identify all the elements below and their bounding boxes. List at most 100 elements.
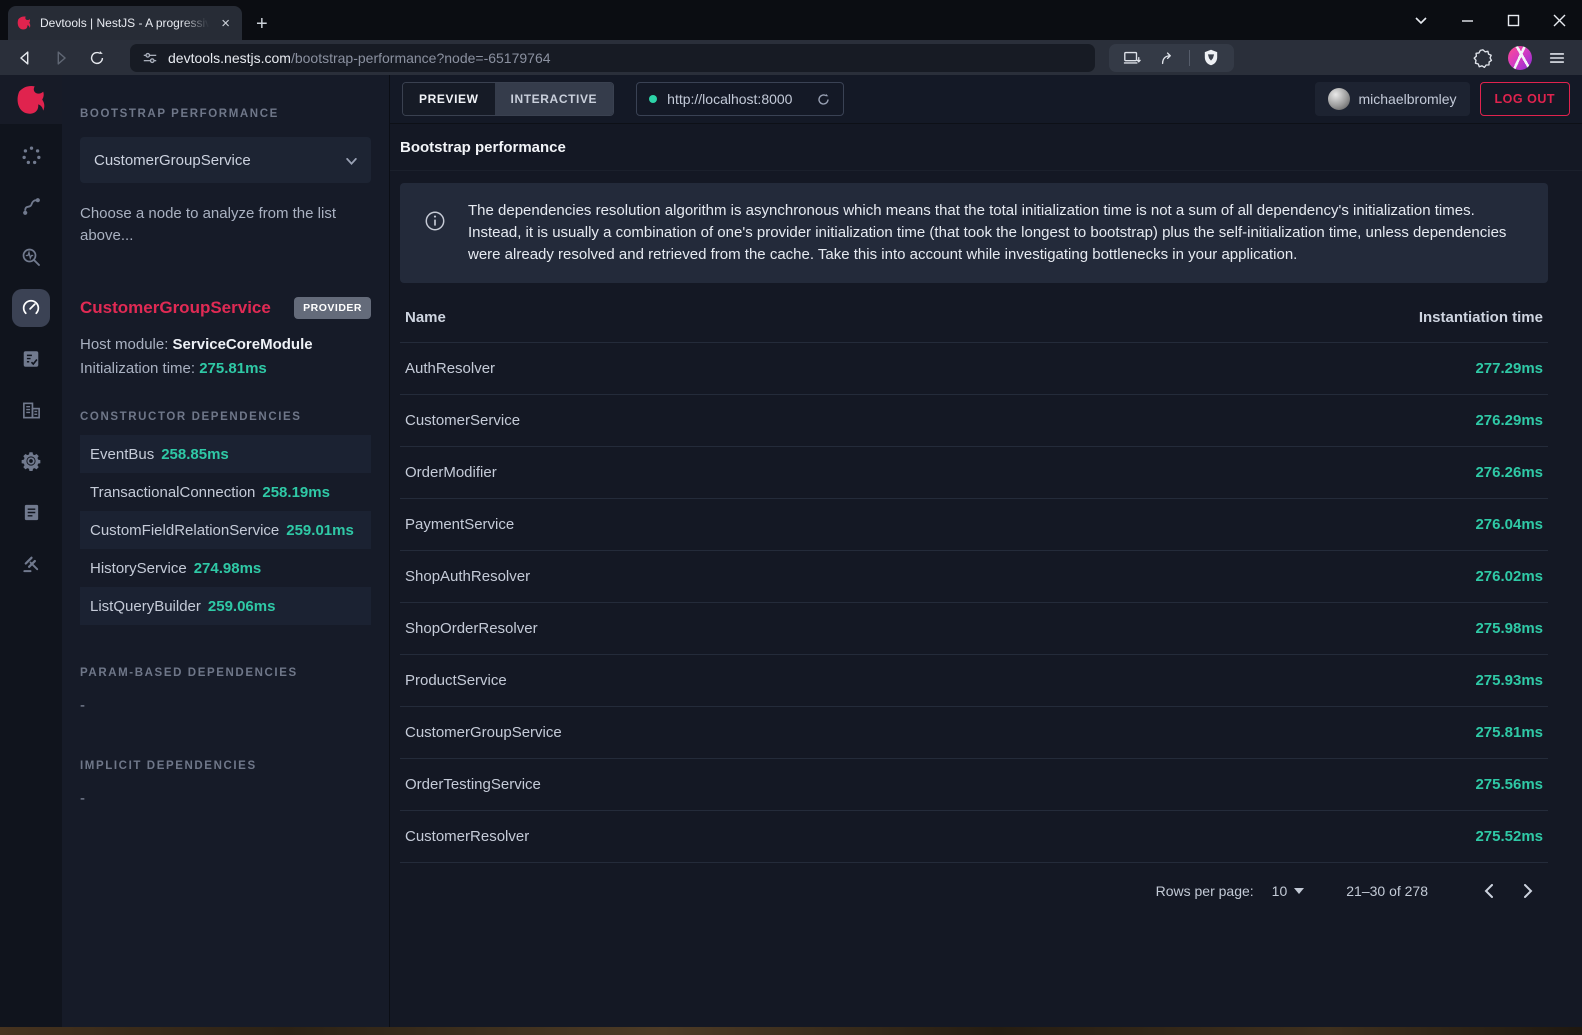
reload-button[interactable] (82, 44, 112, 72)
toolbar-divider (1189, 50, 1190, 66)
extensions-icon[interactable] (1468, 44, 1498, 72)
table-row[interactable]: CustomerResolver275.52ms (400, 811, 1548, 863)
table-row[interactable]: AuthResolver277.29ms (400, 343, 1548, 395)
implicit-deps-empty: - (80, 790, 371, 807)
url-text[interactable]: devtools.nestjs.com/bootstrap-performanc… (168, 50, 551, 66)
info-box: The dependencies resolution algorithm is… (400, 183, 1548, 283)
row-name: CustomerGroupService (400, 707, 1036, 759)
table-row[interactable]: ProductService275.93ms (400, 655, 1548, 707)
nestjs-favicon (16, 15, 32, 31)
table-row[interactable]: PaymentService276.04ms (400, 499, 1548, 551)
browser-tab[interactable]: Devtools | NestJS - A progressive × (8, 6, 242, 40)
mode-toggle: PREVIEW INTERACTIVE (402, 82, 614, 116)
site-settings-icon[interactable] (142, 50, 158, 66)
param-deps-empty: - (80, 697, 371, 714)
paginator: Rows per page: 10 21–30 of 278 (390, 863, 1582, 919)
document-icon (22, 503, 41, 522)
provider-badge: PROVIDER (294, 297, 371, 319)
page-content: Bootstrap performance The dependencies r… (390, 124, 1582, 1027)
dep-list-item[interactable]: TransactionalConnection258.19ms (80, 473, 371, 511)
rows-per-page-select[interactable]: 10 (1272, 883, 1305, 899)
dep-time: 259.06ms (208, 598, 276, 615)
row-time: 275.81ms (1036, 707, 1548, 759)
insights-icon (20, 246, 42, 268)
back-button[interactable] (10, 44, 40, 72)
browser-profile-avatar[interactable] (1508, 46, 1532, 70)
url-domain: devtools.nestjs.com (168, 50, 291, 66)
rows-per-page-label: Rows per page: (1156, 883, 1254, 899)
open-in-app-icon[interactable] (1117, 44, 1147, 72)
col-name: Name (400, 291, 1036, 343)
table-row[interactable]: CustomerService276.29ms (400, 395, 1548, 447)
browser-menu-icon[interactable] (1542, 44, 1572, 72)
devtools-app: BOOTSTRAP PERFORMANCE CustomerGroupServi… (0, 75, 1582, 1027)
sidebar-item-audit[interactable] (12, 340, 50, 378)
toolbar-right (1468, 44, 1572, 72)
new-tab-button[interactable]: + (256, 14, 268, 34)
app-url-chip[interactable]: http://localhost:8000 (636, 82, 844, 116)
minimize-button[interactable] (1444, 0, 1490, 40)
chevron-down-icon (346, 152, 357, 169)
address-bar[interactable]: devtools.nestjs.com/bootstrap-performanc… (130, 44, 1095, 72)
dep-list-item[interactable]: CustomFieldRelationService259.01ms (80, 511, 371, 549)
init-time-value: 275.81ms (199, 360, 267, 377)
icon-rail (0, 75, 62, 1027)
node-select[interactable]: CustomerGroupService (80, 137, 371, 183)
share-icon[interactable] (1153, 44, 1183, 72)
refresh-icon[interactable] (816, 92, 831, 107)
sidebar-item-docs[interactable] (12, 493, 50, 531)
sidebar-item-bootstrap-performance[interactable] (12, 289, 50, 327)
sidebar-item-modules[interactable] (12, 391, 50, 429)
info-text: The dependencies resolution algorithm is… (468, 200, 1524, 266)
maximize-button[interactable] (1490, 0, 1536, 40)
sidebar-item-routes[interactable] (12, 187, 50, 225)
row-time: 277.29ms (1036, 343, 1548, 395)
user-chip[interactable]: michaelbromley (1315, 82, 1470, 116)
graph-icon (21, 145, 42, 166)
user-name: michaelbromley (1359, 91, 1457, 107)
routes-icon (21, 196, 42, 217)
user-avatar (1328, 88, 1350, 110)
dep-list-item[interactable]: EventBus 258.85ms (80, 435, 371, 473)
close-window-button[interactable] (1536, 0, 1582, 40)
interactive-tab[interactable]: INTERACTIVE (495, 83, 614, 115)
table-row[interactable]: ShopAuthResolver276.02ms (400, 551, 1548, 603)
toolbar-actions (1109, 44, 1234, 72)
table-row[interactable]: OrderModifier276.26ms (400, 447, 1548, 499)
forward-button[interactable] (46, 44, 76, 72)
sidebar-item-issues[interactable] (12, 544, 50, 582)
table-row[interactable]: CustomerGroupService275.81ms (400, 707, 1548, 759)
sidebar-item-settings[interactable] (12, 442, 50, 480)
dep-list-item[interactable]: HistoryService274.98ms (80, 549, 371, 587)
table-row[interactable]: OrderTestingService275.56ms (400, 759, 1548, 811)
row-time: 276.02ms (1036, 551, 1548, 603)
topbar-right: michaelbromley LOG OUT (1315, 82, 1571, 116)
brave-shield-icon[interactable] (1196, 44, 1226, 72)
tab-search-icon[interactable] (1398, 0, 1444, 40)
dep-name: EventBus (90, 446, 154, 463)
preview-tab[interactable]: PREVIEW (403, 83, 495, 115)
col-instantiation-time: Instantiation time (1036, 291, 1548, 343)
tab-close-icon[interactable]: × (217, 14, 234, 33)
browser-toolbar: devtools.nestjs.com/bootstrap-performanc… (0, 40, 1582, 75)
rail-items (0, 124, 62, 582)
dep-time: 258.85ms (161, 446, 229, 463)
row-name: OrderTestingService (400, 759, 1036, 811)
panel-section-title: BOOTSTRAP PERFORMANCE (80, 108, 371, 120)
main-area: PREVIEW INTERACTIVE http://localhost:800… (390, 75, 1582, 1027)
sidebar-item-dependency-graph[interactable] (12, 136, 50, 174)
dep-name: TransactionalConnection (90, 484, 255, 501)
dep-time: 259.01ms (286, 522, 354, 539)
row-time: 276.04ms (1036, 499, 1548, 551)
table-row[interactable]: ShopOrderResolver275.98ms (400, 603, 1548, 655)
logout-button[interactable]: LOG OUT (1480, 82, 1570, 116)
tab-title: Devtools | NestJS - A progressive (40, 16, 209, 30)
app-url-text: http://localhost:8000 (667, 91, 792, 107)
sidebar-item-insights[interactable] (12, 238, 50, 276)
dep-list-item[interactable]: ListQueryBuilder259.06ms (80, 587, 371, 625)
window-controls (1398, 0, 1582, 40)
row-name: ShopOrderResolver (400, 603, 1036, 655)
prev-page-button[interactable] (1468, 871, 1508, 911)
next-page-button[interactable] (1508, 871, 1548, 911)
status-dot (649, 95, 657, 103)
